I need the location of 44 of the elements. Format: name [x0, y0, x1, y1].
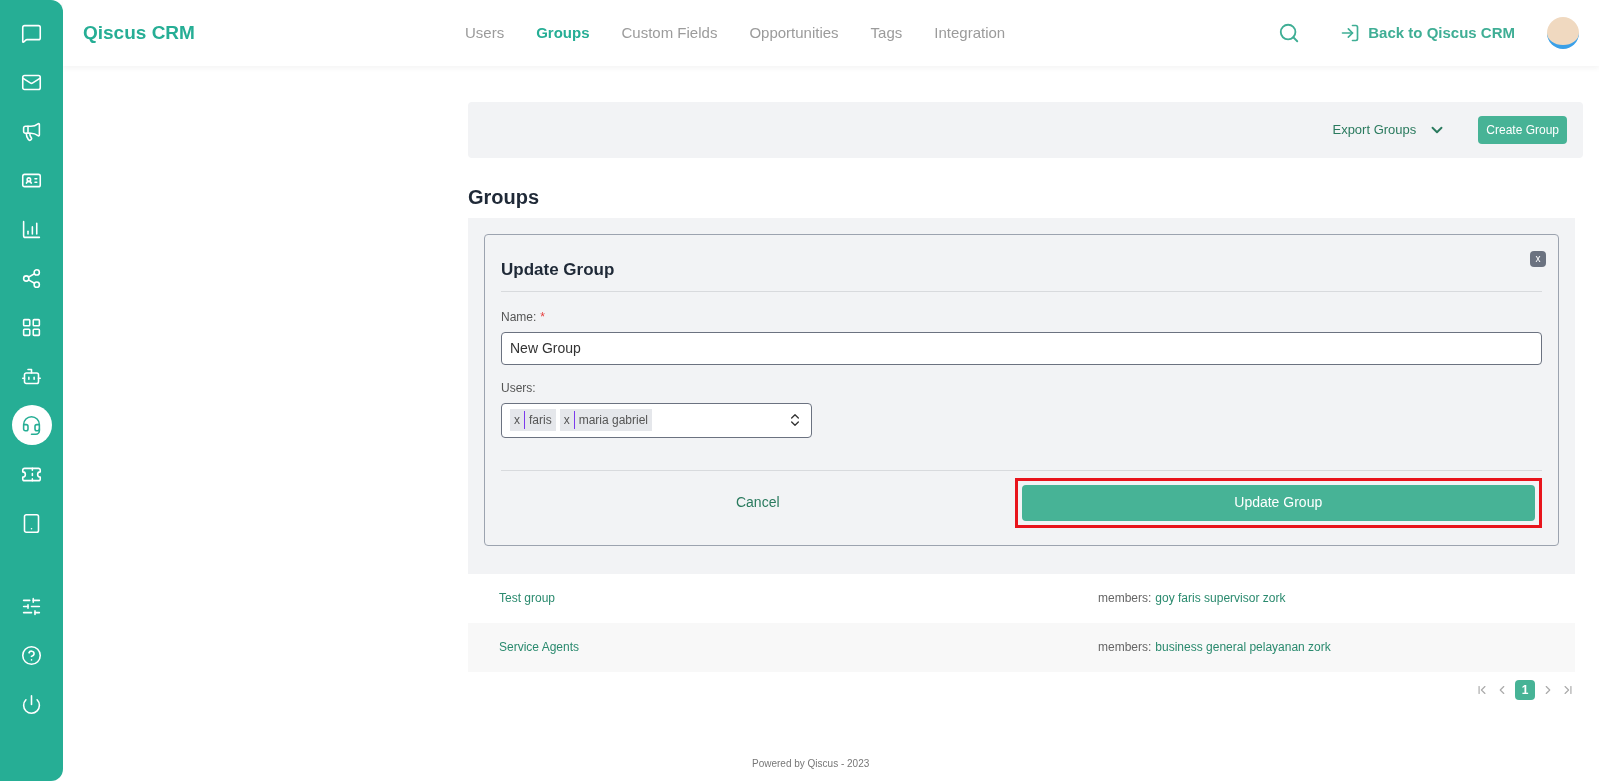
nav-tab[interactable]: Groups [536, 21, 590, 45]
cancel-button[interactable]: Cancel [501, 476, 1015, 529]
page-title: Groups [468, 185, 541, 210]
export-dropdown[interactable]: Export Groups [1332, 120, 1447, 140]
close-button[interactable]: x [1530, 251, 1546, 267]
tablet-icon [21, 512, 42, 534]
name-label: Name: [501, 308, 537, 326]
members-list: goy faris supervisor zork [1155, 589, 1286, 607]
headset-agent-icon [21, 414, 42, 436]
members-label: members: [1098, 590, 1152, 607]
required-mark: * [540, 308, 545, 326]
avatar[interactable] [1547, 17, 1579, 49]
members-label: members: [1098, 639, 1152, 656]
nav-tab[interactable]: Integration [934, 21, 1006, 45]
nav-tab[interactable]: Custom Fields [621, 21, 718, 45]
power-icon [21, 693, 42, 715]
users-select[interactable]: x faris x maria gabriel [501, 402, 812, 438]
group-row[interactable]: Service Agents members: business general pelayanan zork [468, 622, 1575, 672]
user-tag[interactable]: x faris [510, 409, 556, 431]
update-group-button[interactable]: Update Group [1021, 484, 1535, 521]
megaphone-icon [21, 120, 42, 142]
enter-arrow-icon [1340, 23, 1361, 43]
grid-icon [21, 316, 42, 338]
users-label: Users: [501, 379, 537, 397]
create-group-button[interactable]: Create Group [1478, 116, 1567, 144]
bar-chart-icon [21, 218, 42, 240]
nav-tab[interactable]: Users [465, 21, 505, 45]
name-field[interactable]: New Group [501, 331, 1542, 365]
page-button[interactable]: 1 [1515, 679, 1535, 700]
group-name: Test group [498, 590, 557, 607]
sidebar-item[interactable] [11, 405, 52, 445]
nav-tab[interactable]: Tags [870, 21, 903, 45]
footer-text: Powered by Qiscus - 2023 [752, 756, 871, 771]
logo-text: Qiscus CRM [83, 20, 196, 45]
share-icon [21, 267, 42, 289]
group-name: Service Agents [498, 639, 581, 656]
back-link[interactable]: Back to Qiscus CRM [1340, 21, 1515, 45]
user-tag[interactable]: x maria gabriel [559, 409, 653, 431]
chat-icon [21, 22, 42, 44]
help-icon [21, 644, 42, 666]
members-list: business general pelayanan zork [1155, 638, 1331, 656]
settings-icon [21, 595, 42, 617]
nav-tab[interactable]: Opportunities [749, 21, 839, 45]
search-icon[interactable] [1278, 22, 1301, 44]
